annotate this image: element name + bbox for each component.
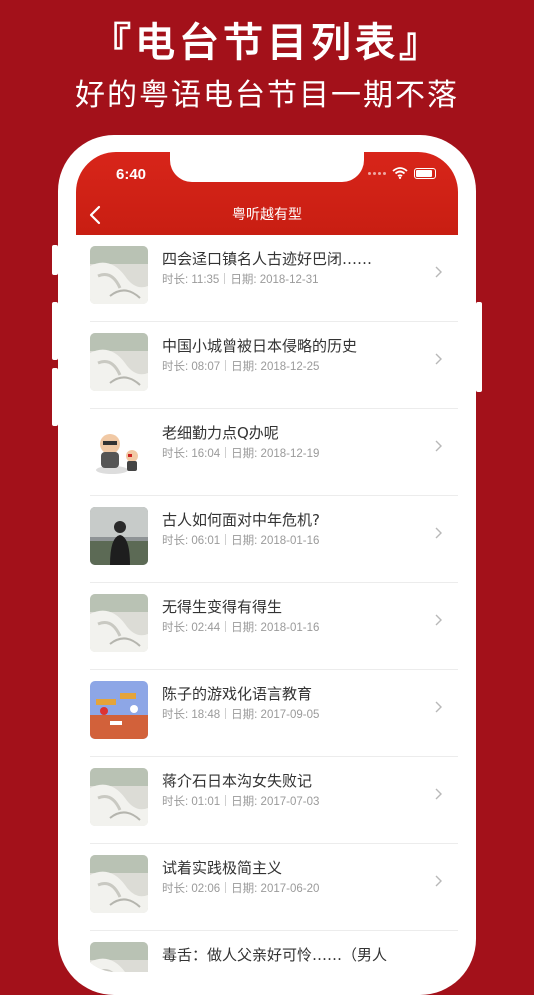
- episode-title: 古人如何面对中年危机?: [162, 511, 320, 529]
- episode-title: 四会迳口镇名人古迹好巴闭……: [162, 250, 373, 268]
- episode-title: 无得生变得有得生: [162, 598, 283, 616]
- episode-row[interactable]: 蒋介石日本沟女失败记时长: 01:01 日期: 2017-07-03: [90, 757, 458, 844]
- episode-date: 日期: 2017-06-20: [231, 883, 320, 895]
- episode-thumbnail: [90, 942, 148, 972]
- chevron-right-icon: [435, 266, 442, 278]
- page-title: 粤听越有型: [232, 207, 302, 223]
- episode-title: 试着实践极简主义: [162, 859, 283, 877]
- episode-row[interactable]: 老细勤力点Q办呢时长: 16:04 日期: 2018-12-19: [90, 409, 458, 496]
- wifi-icon: [392, 167, 408, 179]
- meta-divider: [224, 273, 226, 284]
- episode-thumbnail: [90, 681, 148, 739]
- episode-title: 蒋介石日本沟女失败记: [162, 772, 313, 790]
- episode-duration: 时长: 18:48: [162, 709, 221, 721]
- promo-subtitle: 好的粤语电台节目一期不落: [75, 78, 459, 113]
- episode-row[interactable]: 中国小城曾被日本侵略的历史时长: 08:07 日期: 2018-12-25: [90, 322, 458, 409]
- episode-list: 四会迳口镇名人古迹好巴闭…… 时长: 11:35 日期: 2018-12-31 中国小…: [76, 235, 458, 972]
- episode-meta: 时长: 16:04 日期: 2018-12-19: [162, 445, 319, 461]
- episode-date: 日期: 2017-07-03: [231, 796, 320, 808]
- chevron-right-icon: [435, 701, 442, 713]
- episode-thumbnail: [90, 507, 148, 565]
- promo-title: 『电台节目列表』: [91, 20, 443, 66]
- meta-divider: [225, 360, 227, 371]
- chevron-right-icon: [435, 875, 442, 887]
- chevron-right-icon: [435, 788, 442, 800]
- episode-thumbnail: [90, 246, 148, 304]
- episode-meta: 时长: 08:07 日期: 2018-12-25: [162, 358, 319, 374]
- episode-meta: 时长: 01:01 日期: 2017-07-03: [162, 793, 319, 809]
- meta-divider: [225, 447, 227, 458]
- meta-divider: [225, 795, 227, 806]
- episode-duration: 时长: 02:06: [162, 883, 221, 895]
- episode-duration: 时长: 16:04: [162, 448, 221, 460]
- meta-divider: [225, 882, 227, 893]
- episode-title: 毒舌：做人父亲好可怜……（男人: [162, 946, 388, 964]
- app-screen: 6:40 粤听越有型 四会迳口镇名人古迹好巴闭…… 时长: 11:35 日期: 20…: [76, 152, 458, 972]
- episode-meta: 时长: 06:01 日期: 2018-01-16: [162, 532, 319, 548]
- episode-duration: 时长: 06:01: [162, 535, 221, 547]
- episode-thumbnail: [90, 594, 148, 652]
- episode-date: 日期: 2018-01-16: [231, 535, 320, 547]
- episode-meta: 时长: 18:48 日期: 2017-09-05: [162, 706, 319, 722]
- phone-volume-up: [52, 302, 58, 360]
- episode-date: 日期: 2018-12-31: [230, 274, 319, 286]
- episode-duration: 时长: 11:35: [162, 274, 220, 286]
- episode-title: 陈子的游戏化语言教育: [162, 685, 313, 703]
- chevron-right-icon: [435, 440, 442, 452]
- episode-date: 日期: 2018-12-19: [231, 448, 320, 460]
- episode-row[interactable]: 陈子的游戏化语言教育时长: 18:48 日期: 2017-09-05: [90, 670, 458, 757]
- phone-power-button: [476, 302, 482, 392]
- chevron-right-icon: [435, 614, 442, 626]
- episode-date: 日期: 2017-09-05: [231, 709, 320, 721]
- episode-title: 中国小城曾被日本侵略的历史: [162, 337, 358, 355]
- phone-volume-down: [52, 368, 58, 426]
- episode-duration: 时长: 08:07: [162, 361, 221, 373]
- meta-divider: [225, 708, 227, 719]
- episode-date: 日期: 2018-01-16: [231, 622, 320, 634]
- phone-notch: [170, 152, 364, 182]
- episode-date: 日期: 2018-12-25: [231, 361, 320, 373]
- episode-duration: 时长: 02:44: [162, 622, 221, 634]
- episode-meta: 时长: 11:35 日期: 2018-12-31: [162, 271, 319, 287]
- episode-thumbnail: [90, 333, 148, 391]
- status-time: 6:40: [116, 166, 147, 183]
- episode-row[interactable]: 古人如何面对中年危机? 时长: 06:01 日期: 2018-01-16: [90, 496, 458, 583]
- episode-meta: 时长: 02:06 日期: 2017-06-20: [162, 880, 319, 896]
- episode-title: 老细勤力点Q办呢: [162, 424, 279, 442]
- battery-icon: [414, 167, 436, 179]
- episode-row[interactable]: 试着实践极简主义时长: 02:06 日期: 2017-06-20: [90, 844, 458, 931]
- navigation-bar: 6:40 粤听越有型: [76, 152, 458, 235]
- episode-thumbnail: [90, 420, 148, 478]
- phone-mute-switch: [52, 245, 58, 275]
- signal-icon: [368, 171, 386, 175]
- episode-meta: 时长: 02:44 日期: 2018-01-16: [162, 619, 319, 635]
- chevron-right-icon: [435, 353, 442, 365]
- episode-thumbnail: [90, 768, 148, 826]
- episode-duration: 时长: 01:01: [162, 796, 221, 808]
- status-icons: [368, 167, 436, 179]
- episode-row[interactable]: 毒舌：做人父亲好可怜……（男人: [90, 931, 458, 972]
- chevron-right-icon: [435, 527, 442, 539]
- episode-row[interactable]: 无得生变得有得生时长: 02:44 日期: 2018-01-16: [90, 583, 458, 670]
- meta-divider: [225, 534, 227, 545]
- episode-thumbnail: [90, 855, 148, 913]
- meta-divider: [225, 621, 227, 632]
- episode-row[interactable]: 四会迳口镇名人古迹好巴闭…… 时长: 11:35 日期: 2018-12-31: [90, 235, 458, 322]
